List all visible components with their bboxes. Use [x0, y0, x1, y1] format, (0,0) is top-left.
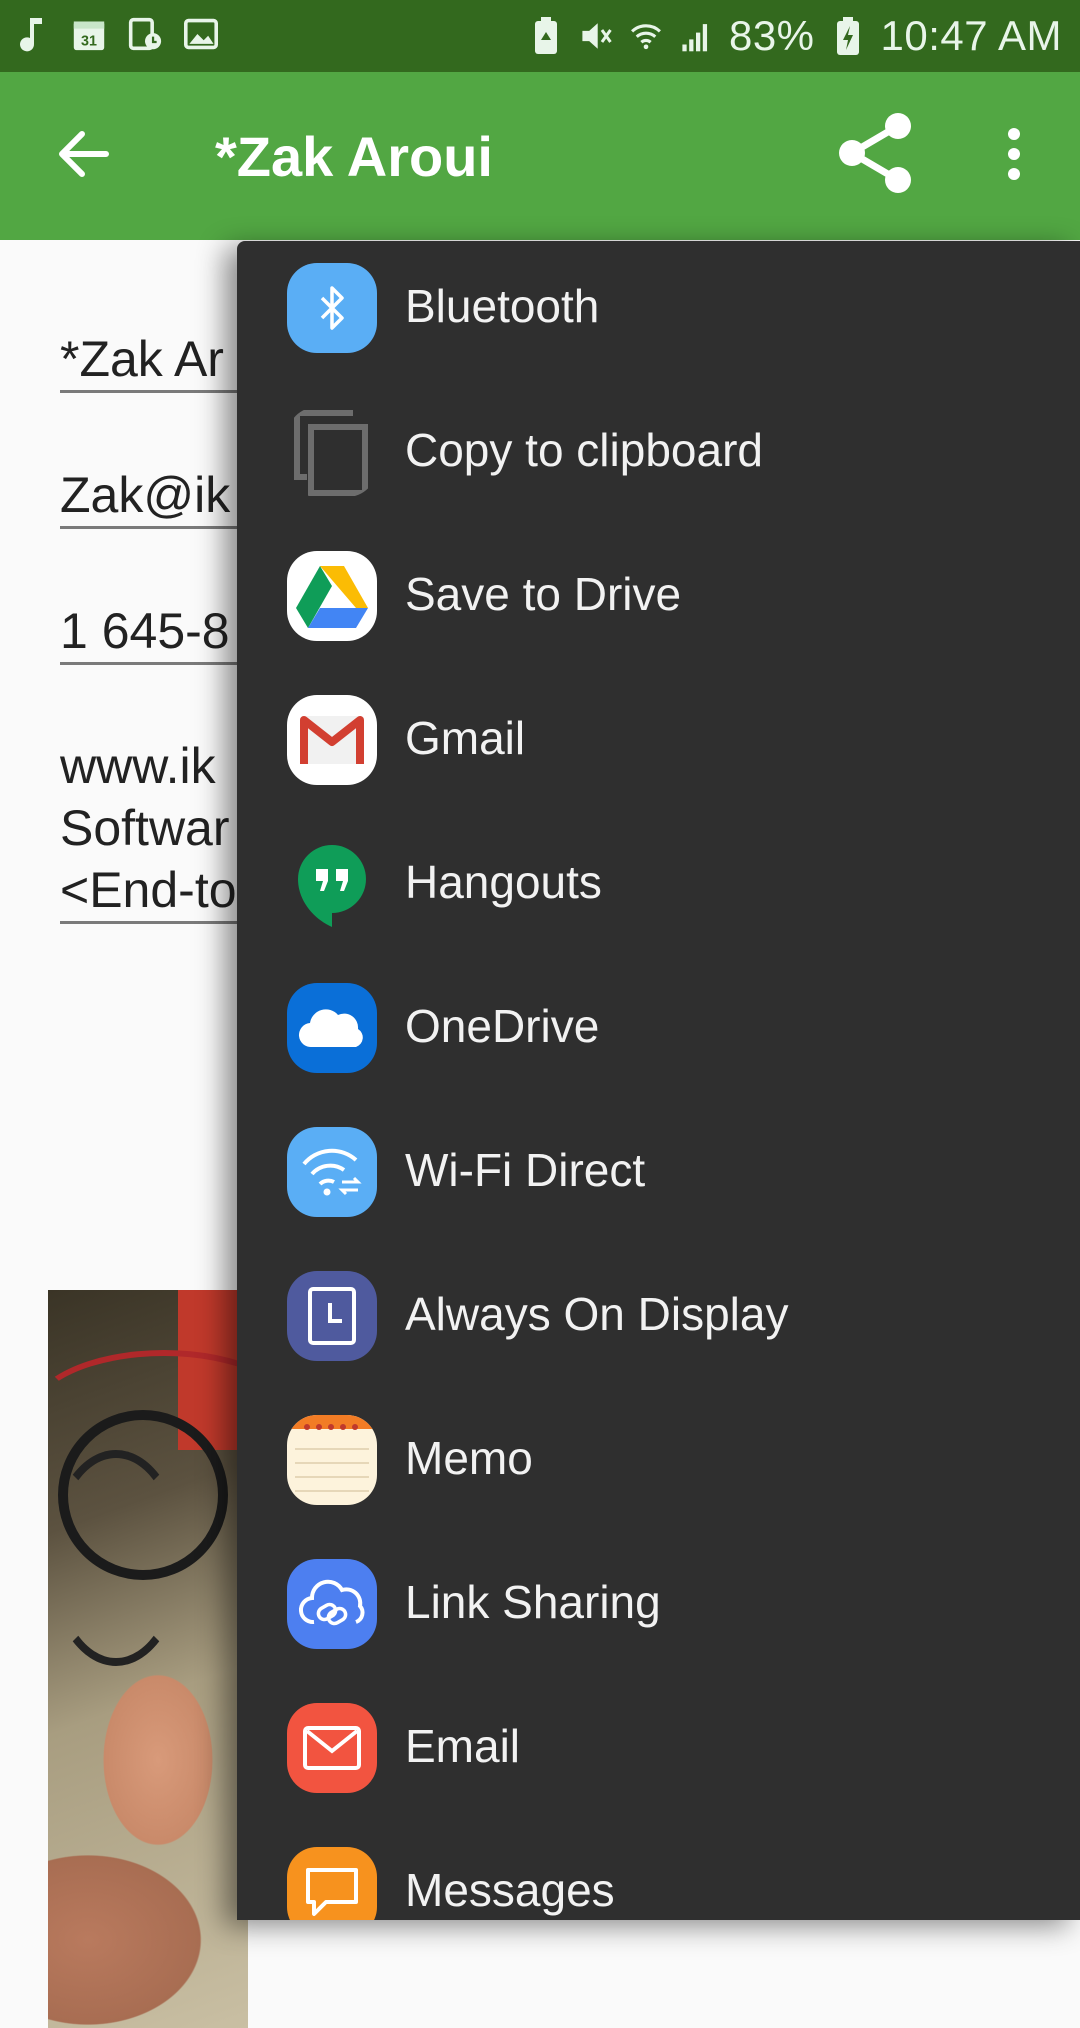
app-bar: *Zak Aroui: [0, 72, 1080, 240]
share-item-hangouts[interactable]: Hangouts: [237, 817, 1080, 961]
share-item-link-sharing[interactable]: Link Sharing: [237, 1537, 1080, 1681]
share-item-label: Messages: [405, 1864, 615, 1916]
share-item-label: Email: [405, 1720, 521, 1772]
share-icon[interactable]: [836, 110, 916, 196]
share-item-copy[interactable]: Copy to clipboard: [237, 385, 1080, 529]
svg-text:31: 31: [81, 34, 97, 50]
memo-icon: [287, 1415, 377, 1505]
onedrive-icon: [287, 983, 377, 1073]
share-item-label: Gmail: [405, 712, 526, 764]
email-icon: [287, 1703, 377, 1793]
share-item-messages[interactable]: Messages: [237, 1825, 1080, 1920]
share-item-label: Save to Drive: [405, 568, 682, 620]
battery-percent: 83%: [728, 12, 815, 59]
share-item-bluetooth[interactable]: Bluetooth: [237, 241, 1080, 385]
share-item-email[interactable]: Email: [237, 1681, 1080, 1825]
share-item-memo[interactable]: Memo: [237, 1393, 1080, 1537]
bluetooth-icon: [287, 263, 377, 353]
wifi-icon: [629, 16, 663, 56]
music-note-icon: [16, 14, 50, 54]
page-title: *Zak Aroui: [215, 125, 493, 188]
calendar-icon: 31: [72, 14, 106, 54]
wifi-direct-icon: [287, 1127, 377, 1217]
image-icon: [184, 14, 218, 54]
contact-photo[interactable]: [48, 1290, 248, 2028]
share-item-label: Hangouts: [405, 856, 602, 908]
share-item-label: Memo: [405, 1432, 533, 1484]
copy-icon: [287, 407, 377, 497]
signal-icon: [679, 16, 713, 56]
hangouts-icon: [287, 839, 377, 929]
share-item-gmail[interactable]: Gmail: [237, 673, 1080, 817]
battery-saver-icon: [529, 16, 563, 56]
back-arrow-icon[interactable]: [52, 122, 116, 186]
share-item-label: Always On Display: [405, 1288, 789, 1340]
always-on-display-icon: [287, 1271, 377, 1361]
share-item-label: OneDrive: [405, 1000, 600, 1052]
battery-charging-icon: [831, 16, 865, 56]
mute-icon: [579, 16, 613, 56]
clock: 10:47 AM: [880, 12, 1062, 59]
share-item-always-on-display[interactable]: Always On Display: [237, 1249, 1080, 1393]
gmail-icon: [287, 695, 377, 785]
share-item-onedrive[interactable]: OneDrive: [237, 961, 1080, 1105]
screen-record-icon: [128, 14, 162, 54]
share-item-label: Bluetooth: [405, 280, 600, 332]
share-sheet: Bluetooth Copy to clipboard Save to Driv…: [237, 241, 1080, 1920]
status-bar: 31 83% 10:47 AM: [0, 0, 1080, 72]
messages-icon: [287, 1847, 377, 1920]
google-drive-icon: [287, 551, 377, 641]
share-item-drive[interactable]: Save to Drive: [237, 529, 1080, 673]
share-item-label: Link Sharing: [405, 1576, 661, 1628]
share-item-wifi-direct[interactable]: Wi-Fi Direct: [237, 1105, 1080, 1249]
share-item-label: Copy to clipboard: [405, 424, 763, 476]
link-sharing-icon: [287, 1559, 377, 1649]
more-options-icon[interactable]: [992, 124, 1036, 184]
share-item-label: Wi-Fi Direct: [405, 1144, 646, 1196]
